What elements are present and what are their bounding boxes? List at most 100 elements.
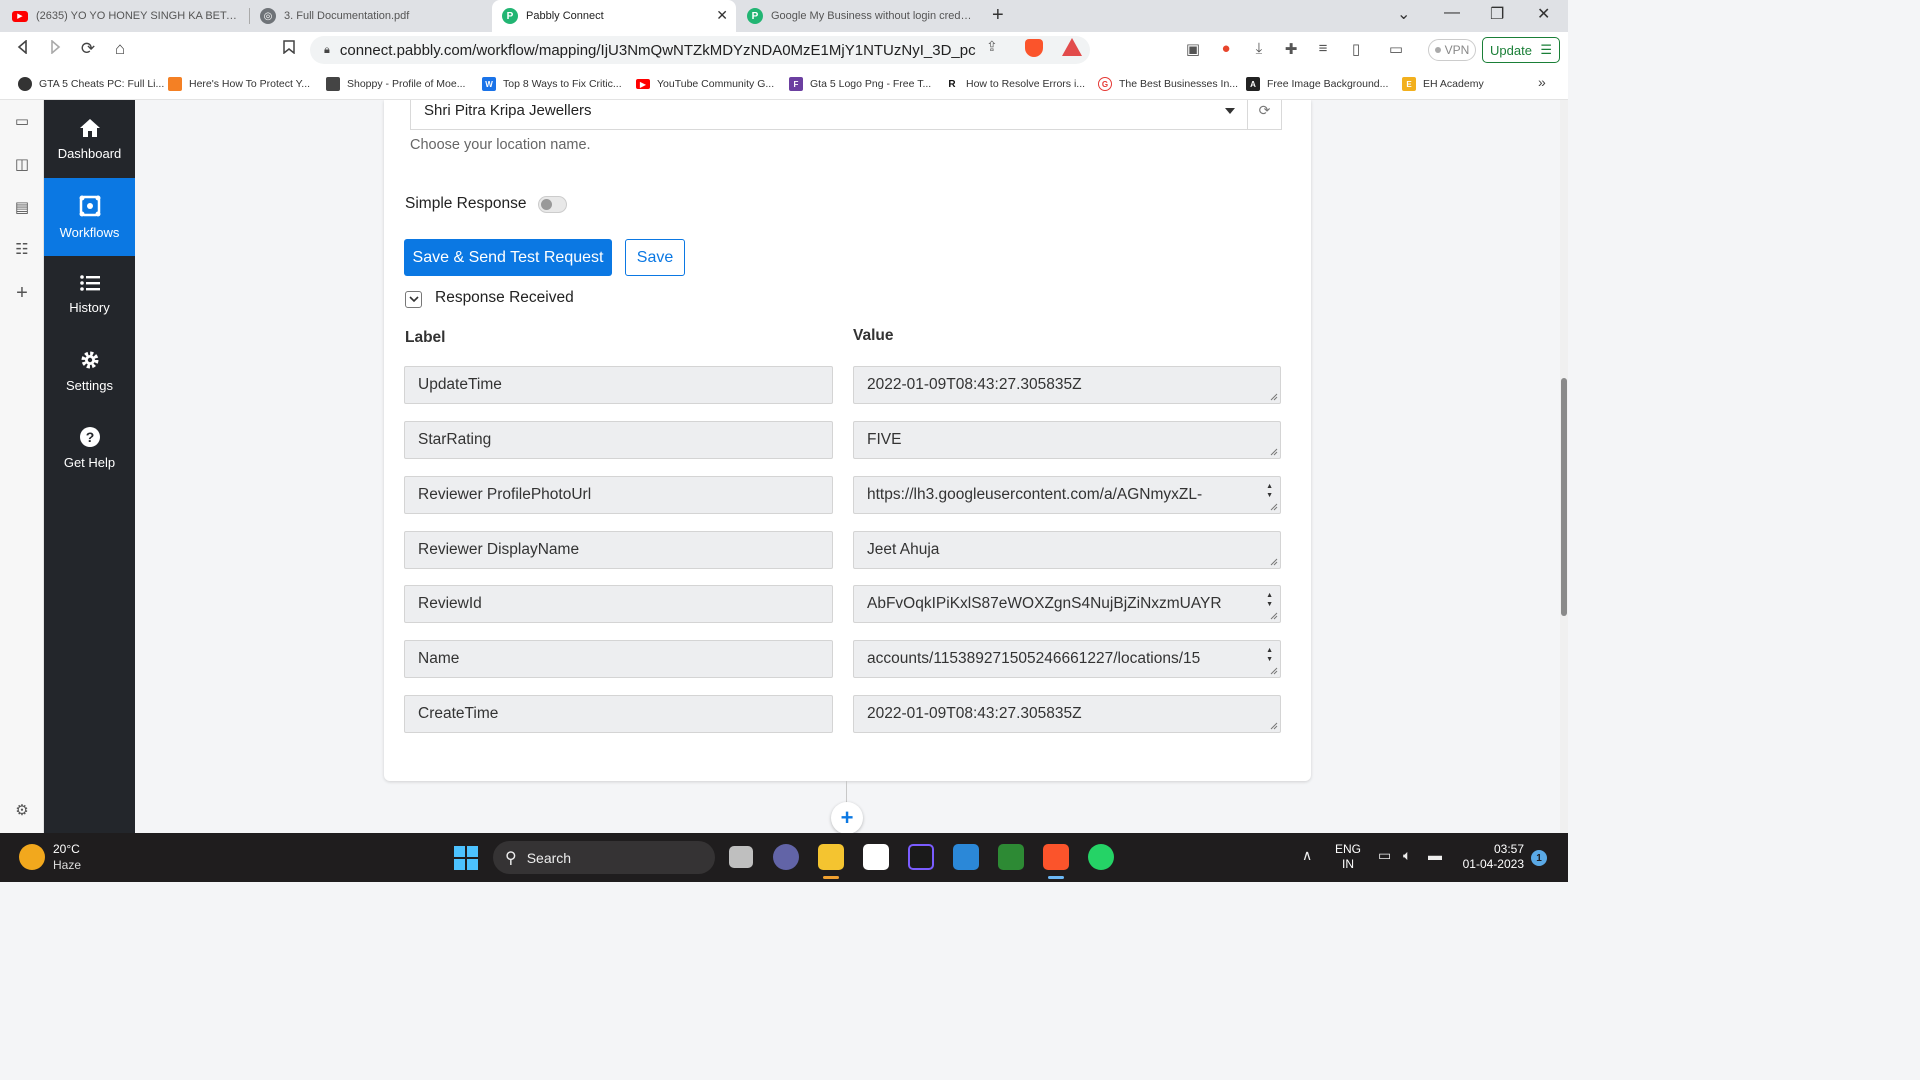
wallet-icon[interactable]: ▭ [1386,40,1406,58]
brave-icon[interactable] [1043,844,1069,870]
teams-icon[interactable] [773,844,799,870]
response-label-field[interactable]: CreateTime [404,695,833,733]
brave-rewards-icon[interactable] [1062,38,1082,56]
bookmark-item[interactable]: Shoppy - Profile of Moe... [326,75,465,93]
chevron-up-icon[interactable]: ∧ [1302,847,1312,864]
save-send-test-button[interactable]: Save & Send Test Request [404,239,612,276]
volume-icon[interactable]: 🔈︎ [1403,847,1411,864]
bookmark-item[interactable]: Here's How To Protect Y... [168,75,310,93]
sidebar-settings-icon[interactable]: ⚙ [11,800,33,822]
task-view-icon[interactable] [729,846,753,868]
whatsapp-icon[interactable] [1088,844,1114,870]
nav-item-dashboard[interactable]: Dashboard [44,100,135,178]
share-icon[interactable]: ⇪ [986,38,998,55]
refresh-button[interactable]: ⟳ [1247,100,1282,130]
restore-icon[interactable]: ❐ [1490,4,1504,24]
resize-grip-icon[interactable] [1270,612,1278,620]
bookmarks-side-icon[interactable]: ▤ [11,197,33,219]
minimize-icon[interactable]: — [1444,4,1460,22]
update-button[interactable]: Update ☰ [1482,37,1560,63]
nav-item-workflows[interactable]: Workflows [44,178,135,256]
add-side-icon[interactable]: + [11,282,33,304]
resize-grip-icon[interactable] [1270,558,1278,566]
location-select[interactable]: Shri Pitra Kripa Jewellers [410,100,1248,130]
forward-icon[interactable] [44,39,66,59]
download-icon[interactable]: ⤓ [1249,40,1269,57]
bookmark-icon[interactable] [278,39,300,59]
home-browser-icon[interactable]: ⌂ [109,39,131,59]
bookmark-item[interactable]: A Free Image Background... [1246,75,1388,93]
bookmark-item[interactable]: GTA 5 Cheats PC: Full Li... [18,75,164,93]
windows-start-icon[interactable] [454,846,478,870]
bookmark-item[interactable]: G The Best Businesses In... [1098,75,1238,93]
browser-tab[interactable]: P Google My Business without login crede… [737,0,983,32]
new-tab-icon[interactable]: + [992,4,1004,27]
reading-list-icon[interactable]: ☷ [11,239,33,261]
browser-tab[interactable]: ◎ 3. Full Documentation.pdf [250,0,490,32]
reload-icon[interactable]: ⟳ [77,39,99,59]
response-value-field[interactable]: Jeet Ahuja [853,531,1281,569]
back-icon[interactable] [12,39,34,59]
response-label-field[interactable]: StarRating [404,421,833,459]
response-value-field[interactable]: 2022-01-09T08:43:27.305835Z [853,695,1281,733]
nav-item-get-help[interactable]: ? Get Help [44,409,135,487]
response-value-field[interactable]: accounts/115389271505246661227/locations… [853,640,1281,678]
weather-temperature[interactable]: 20°C [53,842,80,856]
scroll-arrows-icon[interactable]: ▲ ▼ [1266,482,1273,500]
language-indicator[interactable]: ENG IN [1335,842,1361,872]
scrollbar-thumb[interactable] [1561,378,1567,616]
bookmark-item[interactable]: R How to Resolve Errors i... [945,75,1085,93]
nav-item-settings[interactable]: Settings [44,332,135,410]
notification-badge[interactable]: 1 [1531,850,1547,866]
close-window-icon[interactable]: ✕ [1537,4,1550,24]
taskbar-search[interactable]: ⚲ Search [493,841,715,874]
weather-icon[interactable] [19,844,45,870]
grammarly-icon[interactable]: ● [1216,40,1236,57]
vim-icon[interactable] [998,844,1024,870]
brave-shield-icon[interactable] [1025,39,1043,57]
video-icon[interactable]: ▭ [11,111,33,133]
response-label-field[interactable]: Name [404,640,833,678]
browser-tab-active[interactable]: P Pabbly Connect ✕ [492,0,736,32]
response-received-toggle[interactable] [405,291,422,308]
network-icon[interactable]: ▭ [1378,847,1391,864]
store-icon[interactable] [863,844,889,870]
response-value-field[interactable]: AbFvOqkIPiKxlS87eWOXZgnS4NujBjZiNxzmUAYR… [853,585,1281,623]
response-label-field[interactable]: UpdateTime [404,366,833,404]
response-label-field[interactable]: Reviewer ProfilePhotoUrl [404,476,833,514]
response-value-field[interactable]: https://lh3.googleusercontent.com/a/AGNm… [853,476,1281,514]
bookmark-item[interactable]: ▶ YouTube Community G... [636,75,774,93]
scroll-arrows-icon[interactable]: ▲ ▼ [1266,591,1273,609]
scroll-arrows-icon[interactable]: ▲ ▼ [1266,646,1273,664]
puzzle-icon[interactable]: ✚ [1281,40,1301,58]
nav-item-history[interactable]: History [44,255,135,333]
save-button[interactable]: Save [625,239,685,276]
resize-grip-icon[interactable] [1270,503,1278,511]
response-label-field[interactable]: ReviewId [404,585,833,623]
tab-search-icon[interactable]: ⌄ [1397,4,1410,24]
bookmark-item[interactable]: E EH Academy [1402,75,1484,93]
response-value-field[interactable]: 2022-01-09T08:43:27.305835Z [853,366,1281,404]
battery-icon[interactable]: ▬ [1428,847,1442,863]
wallet-side-icon[interactable]: ◫ [11,154,33,176]
response-label-field[interactable]: Reviewer DisplayName [404,531,833,569]
url-field[interactable]: 🔒︎ connect.pabbly.com/workflow/mapping/I… [310,36,1090,64]
calculator-icon[interactable] [953,844,979,870]
file-explorer-icon[interactable] [818,844,844,870]
vpn-button[interactable]: VPN [1428,39,1476,61]
resize-grip-icon[interactable] [1270,393,1278,401]
system-clock[interactable]: 03:57 01-04-2023 [1458,842,1524,872]
creative-cloud-icon[interactable] [908,844,934,870]
resize-grip-icon[interactable] [1270,722,1278,730]
browser-tab[interactable]: ▶ (2635) YO YO HONEY SINGH KA BETA "flop… [2,0,248,32]
sidebar-icon[interactable]: ▯ [1346,40,1366,58]
add-step-button[interactable]: + [831,802,863,833]
bookmark-item[interactable]: W Top 8 Ways to Fix Critic... [482,75,622,93]
bookmark-item[interactable]: F Gta 5 Logo Png - Free T... [789,75,931,93]
extension-icon[interactable]: ▣ [1183,40,1203,58]
response-value-field[interactable]: FIVE [853,421,1281,459]
resize-grip-icon[interactable] [1270,667,1278,675]
close-tab-icon[interactable]: ✕ [716,7,728,24]
simple-response-toggle[interactable] [538,196,567,213]
chevron-right-icon[interactable]: » [1538,74,1546,90]
